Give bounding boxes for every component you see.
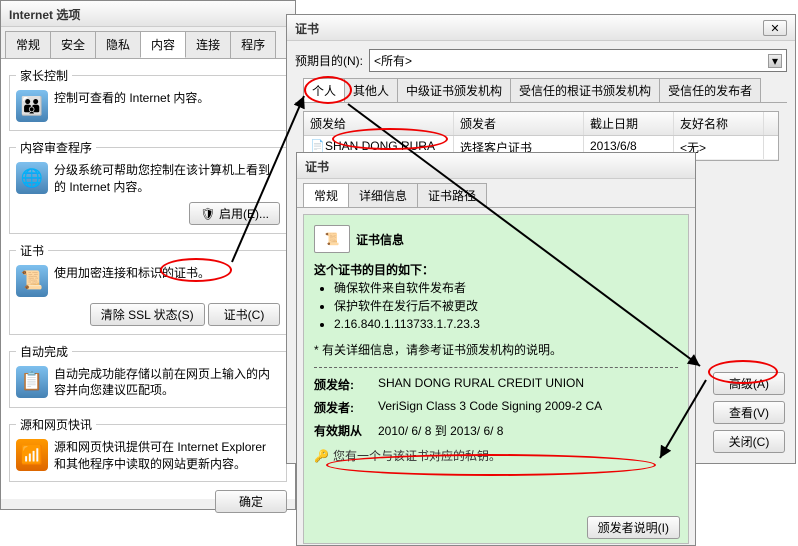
autocomplete-legend: 自动完成 <box>16 343 72 360</box>
col-expiry[interactable]: 截止日期 <box>584 112 674 135</box>
parental-desc: 控制可查看的 Internet 内容。 <box>54 90 280 107</box>
ok-button[interactable]: 确定 <box>215 490 287 513</box>
purpose-list: 确保软件来自软件发布者 保护软件在发行后不被更改 2.16.840.1.1137… <box>314 279 678 333</box>
cell-text: SHAN DONG RURA <box>325 139 435 153</box>
chevron-down-icon: ▾ <box>768 54 782 68</box>
private-key-note: 🔑 您有一个与该证书对应的私钥。 <box>314 447 678 464</box>
issued-by-label: 颁发者: <box>314 399 370 416</box>
divider <box>314 367 678 368</box>
list-item: 保护软件在发行后不被更改 <box>334 297 678 315</box>
tab-general[interactable]: 常规 <box>5 31 51 58</box>
detail-tabs: 常规 详细信息 证书路径 <box>297 179 695 208</box>
purpose-value: <所有> <box>374 52 412 69</box>
advisor-legend: 内容审查程序 <box>16 139 96 156</box>
certs-desc: 使用加密连接和标识的证书。 <box>54 265 280 282</box>
autocomplete-group: 自动完成 📋 自动完成功能存储以前在网页上输入的内容并向您建议匹配项。 <box>9 343 287 409</box>
detail-body: 📜 证书信息 这个证书的目的如下： 确保软件来自软件发布者 保护软件在发行后不被… <box>303 214 689 544</box>
key-icon: 🔑 <box>314 449 329 463</box>
clear-ssl-button[interactable]: 清除 SSL 状态(S) <box>90 303 205 326</box>
enable-label: 启用(E)... <box>219 207 269 221</box>
key-note-text: 您有一个与该证书对应的私钥。 <box>333 447 501 464</box>
tab-detail-path[interactable]: 证书路径 <box>417 183 487 207</box>
tab-connections[interactable]: 连接 <box>185 31 231 58</box>
tab-content[interactable]: 内容 <box>140 31 186 58</box>
tab-others[interactable]: 其他人 <box>344 78 398 102</box>
purpose-title: 这个证书的目的如下： <box>314 261 678 279</box>
purpose-label: 预期目的(N): <box>295 52 363 69</box>
certs-legend: 证书 <box>16 242 48 259</box>
parental-legend: 家长控制 <box>16 67 72 84</box>
more-info-note: * 有关详细信息，请参考证书颁发机构的说明。 <box>314 341 678 359</box>
valid-to: 2013/ 6/ 8 <box>450 424 503 438</box>
list-item: 2.16.840.1.113733.1.7.23.3 <box>334 315 678 333</box>
list-item: 确保软件来自软件发布者 <box>334 279 678 297</box>
certificate-badge-icon: 📜 <box>314 225 350 253</box>
advisor-desc: 分级系统可帮助您控制在该计算机上看到的 Internet 内容。 <box>54 162 280 196</box>
feeds-group: 源和网页快讯 📶 源和网页快讯提供可在 Internet Explorer 和其… <box>9 416 287 482</box>
close-icon[interactable]: ✕ <box>763 20 787 36</box>
titlebar: Internet 选项 <box>1 1 295 27</box>
valid-from-label: 有效期从 <box>314 422 370 439</box>
tab-programs[interactable]: 程序 <box>230 31 276 58</box>
validity-value: 2010/ 6/ 8 到 2013/ 6/ 8 <box>378 422 503 439</box>
content-pane: 家长控制 👪 控制可查看的 Internet 内容。 内容审查程序 🌐 分级系统… <box>1 59 295 499</box>
purpose-combo[interactable]: <所有> ▾ <box>369 49 787 72</box>
certificate-icon: 📜 <box>16 265 48 297</box>
tab-trusted-publishers[interactable]: 受信任的发布者 <box>659 78 761 102</box>
advanced-button[interactable]: 高级(A) <box>713 372 785 395</box>
content-advisor-group: 内容审查程序 🌐 分级系统可帮助您控制在该计算机上看到的 Internet 内容… <box>9 139 287 234</box>
issued-to-value: SHAN DONG RURAL CREDIT UNION <box>378 376 584 393</box>
cert-category-tabs: 个人 其他人 中级证书颁发机构 受信任的根证书颁发机构 受信任的发布者 <box>295 78 787 103</box>
certs-title: 证书 <box>295 20 319 35</box>
window-title: Internet 选项 <box>9 6 80 21</box>
globe-icon: 🌐 <box>16 162 48 194</box>
autocomplete-desc: 自动完成功能存储以前在网页上输入的内容并向您建议匹配项。 <box>54 366 280 400</box>
valid-from: 2010/ 6/ 8 <box>378 424 431 438</box>
tab-detail-general[interactable]: 常规 <box>303 183 349 207</box>
tab-personal[interactable]: 个人 <box>303 78 345 102</box>
feeds-legend: 源和网页快讯 <box>16 416 96 433</box>
col-friendly[interactable]: 友好名称 <box>674 112 764 135</box>
tab-trusted-root-ca[interactable]: 受信任的根证书颁发机构 <box>510 78 660 102</box>
issued-to-label: 颁发给: <box>314 376 370 393</box>
view-button[interactable]: 查看(V) <box>713 401 785 424</box>
certificates-button[interactable]: 证书(C) <box>208 303 280 326</box>
close-button[interactable]: 关闭(C) <box>713 430 785 453</box>
issuer-statement-button[interactable]: 颁发者说明(I) <box>587 516 680 539</box>
feeds-desc: 源和网页快讯提供可在 Internet Explorer 和其他程序中读取的网站… <box>54 439 280 473</box>
cert-info-heading: 📜 证书信息 <box>314 225 678 253</box>
list-header: 颁发给 颁发者 截止日期 友好名称 <box>304 112 778 136</box>
tab-security[interactable]: 安全 <box>50 31 96 58</box>
col-issued-by[interactable]: 颁发者 <box>454 112 584 135</box>
options-tabs: 常规 安全 隐私 内容 连接 程序 <box>1 27 295 59</box>
parental-icon: 👪 <box>16 90 48 122</box>
detail-title: 证书 <box>305 158 329 173</box>
tab-detail-details[interactable]: 详细信息 <box>348 183 418 207</box>
certificate-detail-window: 证书 常规 详细信息 证书路径 📜 证书信息 这个证书的目的如下： 确保软件来自… <box>296 152 696 546</box>
form-icon: 📋 <box>16 366 48 398</box>
tab-privacy[interactable]: 隐私 <box>95 31 141 58</box>
col-issued-to[interactable]: 颁发给 <box>304 112 454 135</box>
tab-intermediate-ca[interactable]: 中级证书颁发机构 <box>397 78 511 102</box>
internet-options-window: Internet 选项 常规 安全 隐私 内容 连接 程序 家长控制 👪 控制可… <box>0 0 296 510</box>
detail-titlebar: 证书 <box>297 153 695 179</box>
parental-control-group: 家长控制 👪 控制可查看的 Internet 内容。 <box>9 67 287 131</box>
valid-to-word: 到 <box>435 424 447 438</box>
certs-titlebar: 证书 ✕ <box>287 15 795 41</box>
certificates-group: 证书 📜 使用加密连接和标识的证书。 清除 SSL 状态(S) 证书(C) <box>9 242 287 335</box>
enable-button[interactable]: 🛡 启用(E)... <box>189 202 280 225</box>
issued-by-value: VeriSign Class 3 Code Signing 2009-2 CA <box>378 399 602 416</box>
certs-buttons: 高级(A) 查看(V) 关闭(C) <box>713 372 785 453</box>
heading-text: 证书信息 <box>356 231 404 248</box>
rss-icon: 📶 <box>16 439 48 471</box>
